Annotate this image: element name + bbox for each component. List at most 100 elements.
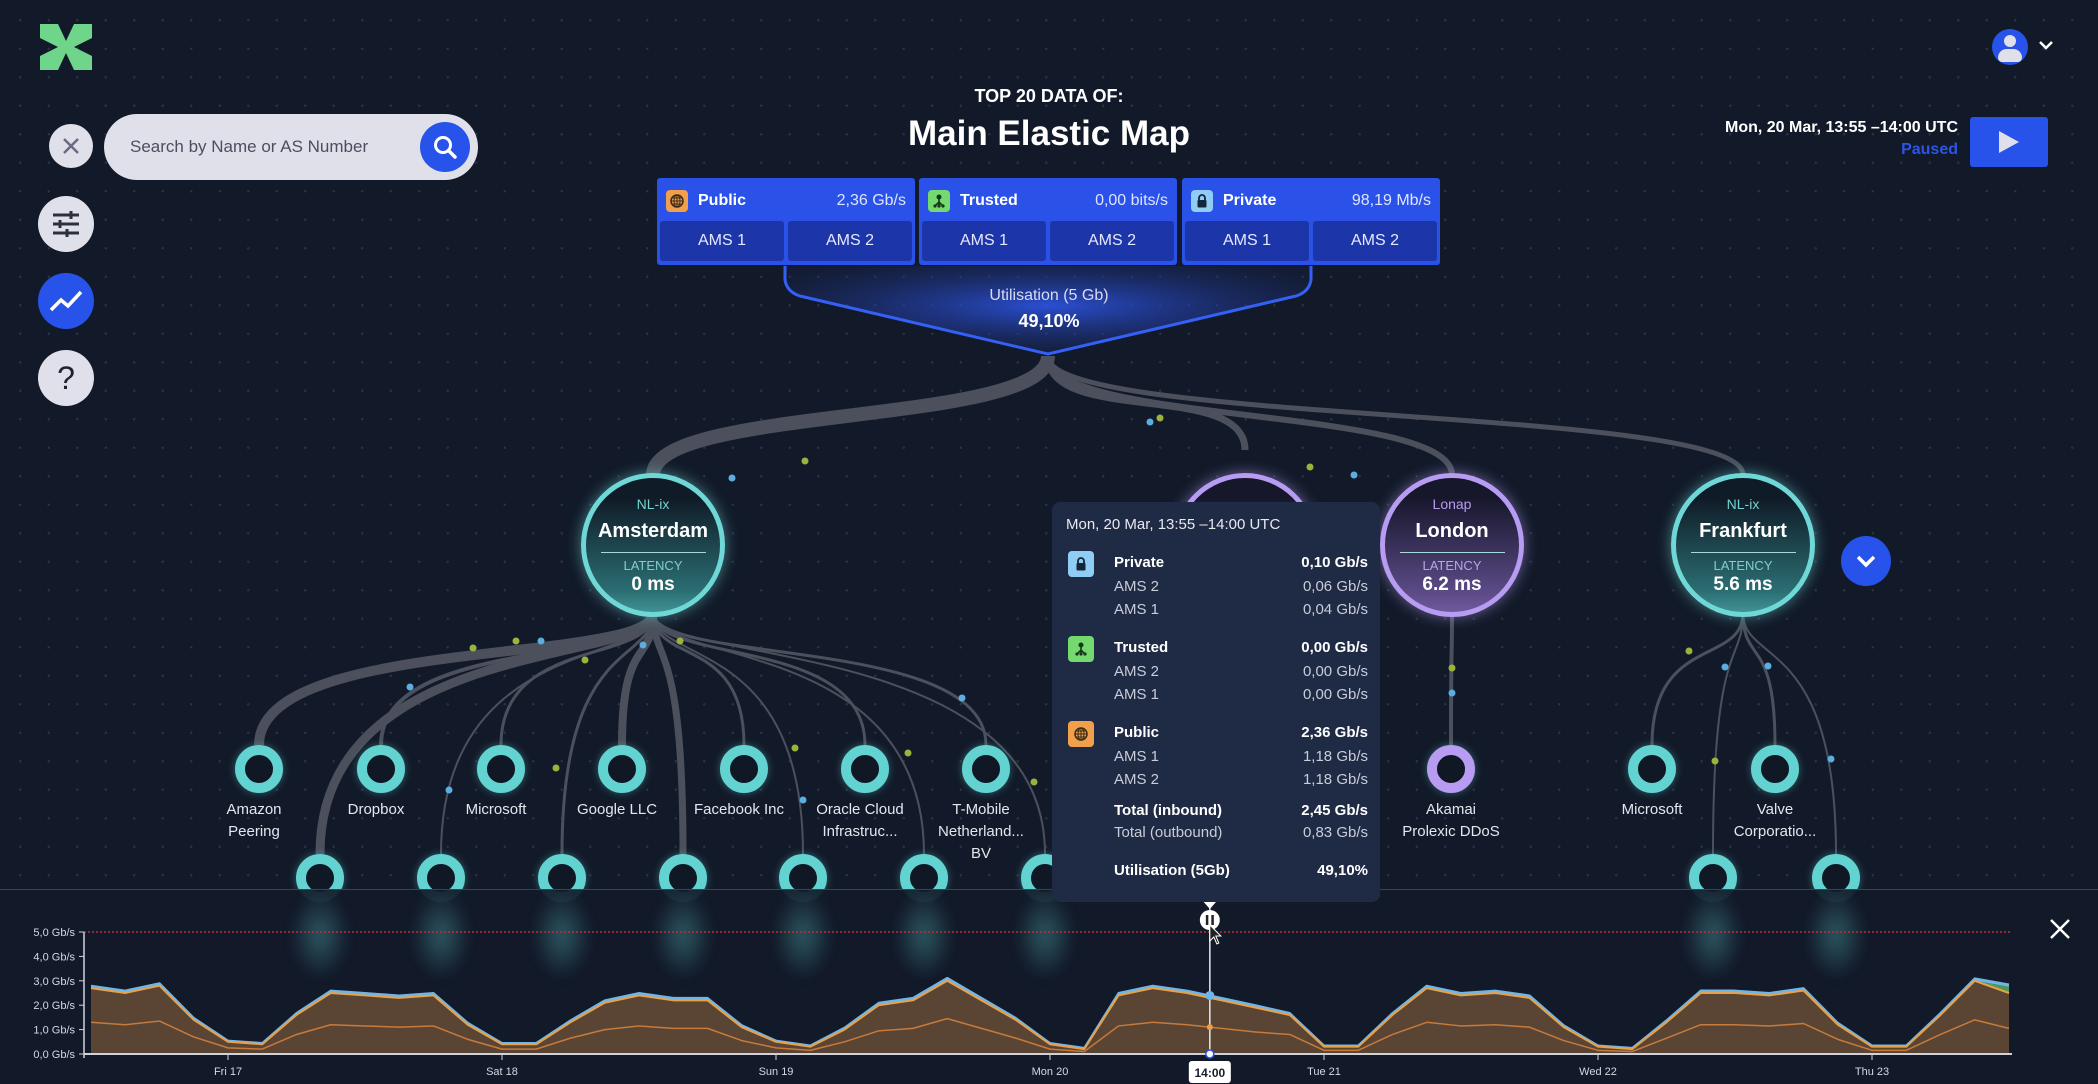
lock-icon bbox=[1068, 551, 1094, 577]
row-label: AMS 1 bbox=[1114, 748, 1160, 765]
row-label: Trusted bbox=[1114, 639, 1169, 656]
cursor-point-outbound bbox=[1206, 1024, 1213, 1031]
hub-name: London bbox=[1415, 520, 1489, 542]
flow-dot bbox=[1448, 664, 1456, 672]
leaf-node[interactable] bbox=[962, 745, 1010, 793]
leaf-node[interactable] bbox=[477, 745, 525, 793]
leaf-node[interactable] bbox=[841, 745, 889, 793]
flow-dot bbox=[1448, 689, 1456, 697]
latency-value: 5.6 ms bbox=[1713, 574, 1773, 595]
leaf-node[interactable] bbox=[235, 745, 283, 793]
leaf-label: Google LLC bbox=[576, 801, 658, 818]
x-tick-label: Thu 23 bbox=[1855, 1066, 1889, 1078]
x-tick-label: Tue 21 bbox=[1307, 1066, 1341, 1078]
hub-exchange: NL-ix bbox=[1726, 496, 1760, 512]
leaf-node[interactable] bbox=[598, 745, 646, 793]
y-tick-label: 1,0 Gb/s bbox=[33, 1025, 75, 1037]
hub-exchange: NL-ix bbox=[636, 496, 670, 512]
flow-dot bbox=[1764, 662, 1772, 670]
row-label: AMS 2 bbox=[1114, 578, 1160, 595]
latency-value: 0 ms bbox=[631, 574, 675, 595]
leaf-label: Akamai Prolexic DDoS bbox=[1402, 801, 1500, 840]
x-tick-label: Sat 18 bbox=[486, 1066, 518, 1078]
network-tree-icon bbox=[1068, 636, 1094, 662]
flow-dot bbox=[1146, 418, 1154, 426]
leaf-label: Oracle Cloud Infrastruc... bbox=[816, 801, 904, 840]
leaf-node[interactable] bbox=[1751, 745, 1799, 793]
globe-icon bbox=[1068, 721, 1094, 747]
row-value: 0,83 Gb/s bbox=[1302, 824, 1368, 841]
leaf-node[interactable] bbox=[720, 745, 768, 793]
connection-edge bbox=[1449, 612, 1454, 746]
traffic-chart[interactable]: 0,0 Gb/s 1,0 Gb/s 2,0 Gb/s 3,0 Gb/s 4,0 Gb/s… bbox=[0, 889, 2098, 1084]
connection-edge bbox=[651, 612, 867, 746]
flow-dot bbox=[445, 786, 453, 794]
y-tick-label: 3,0 Gb/s bbox=[33, 976, 75, 988]
flow-dot bbox=[1685, 647, 1693, 655]
divider bbox=[1690, 552, 1796, 553]
hub-exchange: Lonap bbox=[1432, 496, 1472, 512]
latency-label: LATENCY bbox=[1422, 558, 1482, 573]
leaf-label: T-Mobile Netherland... BV bbox=[938, 801, 1024, 862]
utilisation-funnel bbox=[783, 266, 1313, 356]
tooltip-title: Mon, 20 Mar, 13:55 –14:00 UTC bbox=[1066, 516, 1281, 533]
hub-node-frankfurt[interactable]: NL-ix Frankfurt LATENCY 5.6 ms bbox=[1671, 473, 1815, 617]
divider bbox=[1399, 552, 1505, 553]
flow-dot bbox=[552, 764, 560, 772]
traffic-tooltip: Mon, 20 Mar, 13:55 –14:00 UTC Private 0,1… bbox=[1052, 502, 1380, 902]
leaf-node[interactable] bbox=[1628, 745, 1676, 793]
connection-edge bbox=[1741, 612, 1777, 746]
leaf-label: Dropbox bbox=[347, 801, 405, 818]
cursor-time-label: 14:00 bbox=[1194, 1066, 1225, 1080]
flow-dot bbox=[1156, 414, 1164, 422]
row-value: 1,18 Gb/s bbox=[1302, 771, 1368, 788]
row-value: 0,00 Gb/s bbox=[1301, 639, 1368, 656]
y-tick-label: 0,0 Gb/s bbox=[33, 1049, 75, 1061]
leaf-node[interactable] bbox=[1427, 745, 1475, 793]
row-value: 49,10% bbox=[1317, 862, 1368, 879]
flow-dot bbox=[728, 474, 736, 482]
flow-dot bbox=[791, 744, 799, 752]
flow-dot bbox=[801, 457, 809, 465]
row-label: Utilisation (5Gb) bbox=[1114, 862, 1230, 879]
flow-dot bbox=[958, 694, 966, 702]
trunk-edge bbox=[1045, 355, 1746, 476]
chevron-down-icon bbox=[1856, 555, 1876, 568]
row-value: 0,04 Gb/s bbox=[1302, 601, 1368, 618]
flow-dot bbox=[1030, 778, 1038, 786]
row-label: AMS 1 bbox=[1114, 601, 1160, 618]
hub-name: Frankfurt bbox=[1699, 520, 1787, 542]
leaf-node[interactable] bbox=[357, 745, 405, 793]
leaf-label: Amazon Peering bbox=[226, 801, 282, 840]
hub-node-london[interactable]: Lonap London LATENCY 6.2 ms bbox=[1380, 473, 1524, 617]
flow-dot bbox=[537, 637, 545, 645]
flow-dot bbox=[1350, 471, 1358, 479]
row-value: 0,00 Gb/s bbox=[1302, 686, 1368, 703]
flow-dot bbox=[1306, 463, 1314, 471]
row-label: Total (inbound) bbox=[1114, 802, 1223, 819]
connection-edge bbox=[1650, 612, 1745, 746]
flow-dot bbox=[1721, 663, 1729, 671]
y-tick-label: 2,0 Gb/s bbox=[33, 1000, 75, 1012]
cursor-pointer-icon bbox=[1202, 901, 1217, 909]
row-value: 1,18 Gb/s bbox=[1302, 748, 1368, 765]
flow-dot bbox=[639, 641, 647, 649]
flow-dot bbox=[512, 637, 520, 645]
trunk-edge bbox=[646, 354, 1055, 477]
latency-label: LATENCY bbox=[1713, 558, 1773, 573]
row-value: 0,10 Gb/s bbox=[1301, 554, 1368, 571]
flow-dot bbox=[1711, 757, 1719, 765]
row-value: 0,06 Gb/s bbox=[1302, 578, 1368, 595]
x-tick-label: Wed 22 bbox=[1579, 1066, 1617, 1078]
y-tick-label: 5,0 Gb/s bbox=[33, 927, 75, 939]
x-tick-label: Sun 19 bbox=[759, 1066, 794, 1078]
x-tick-label: Fri 17 bbox=[214, 1066, 242, 1078]
flow-dot bbox=[406, 683, 414, 691]
leaf-label: Microsoft bbox=[465, 801, 527, 818]
hub-node-amsterdam[interactable]: NL-ix Amsterdam LATENCY 0 ms bbox=[581, 473, 725, 617]
leaf-label: Microsoft bbox=[1621, 801, 1683, 818]
row-label: AMS 1 bbox=[1114, 686, 1160, 703]
y-tick-label: 4,0 Gb/s bbox=[33, 951, 75, 963]
expand-more-button[interactable] bbox=[1841, 536, 1891, 586]
flow-dot bbox=[469, 644, 477, 652]
